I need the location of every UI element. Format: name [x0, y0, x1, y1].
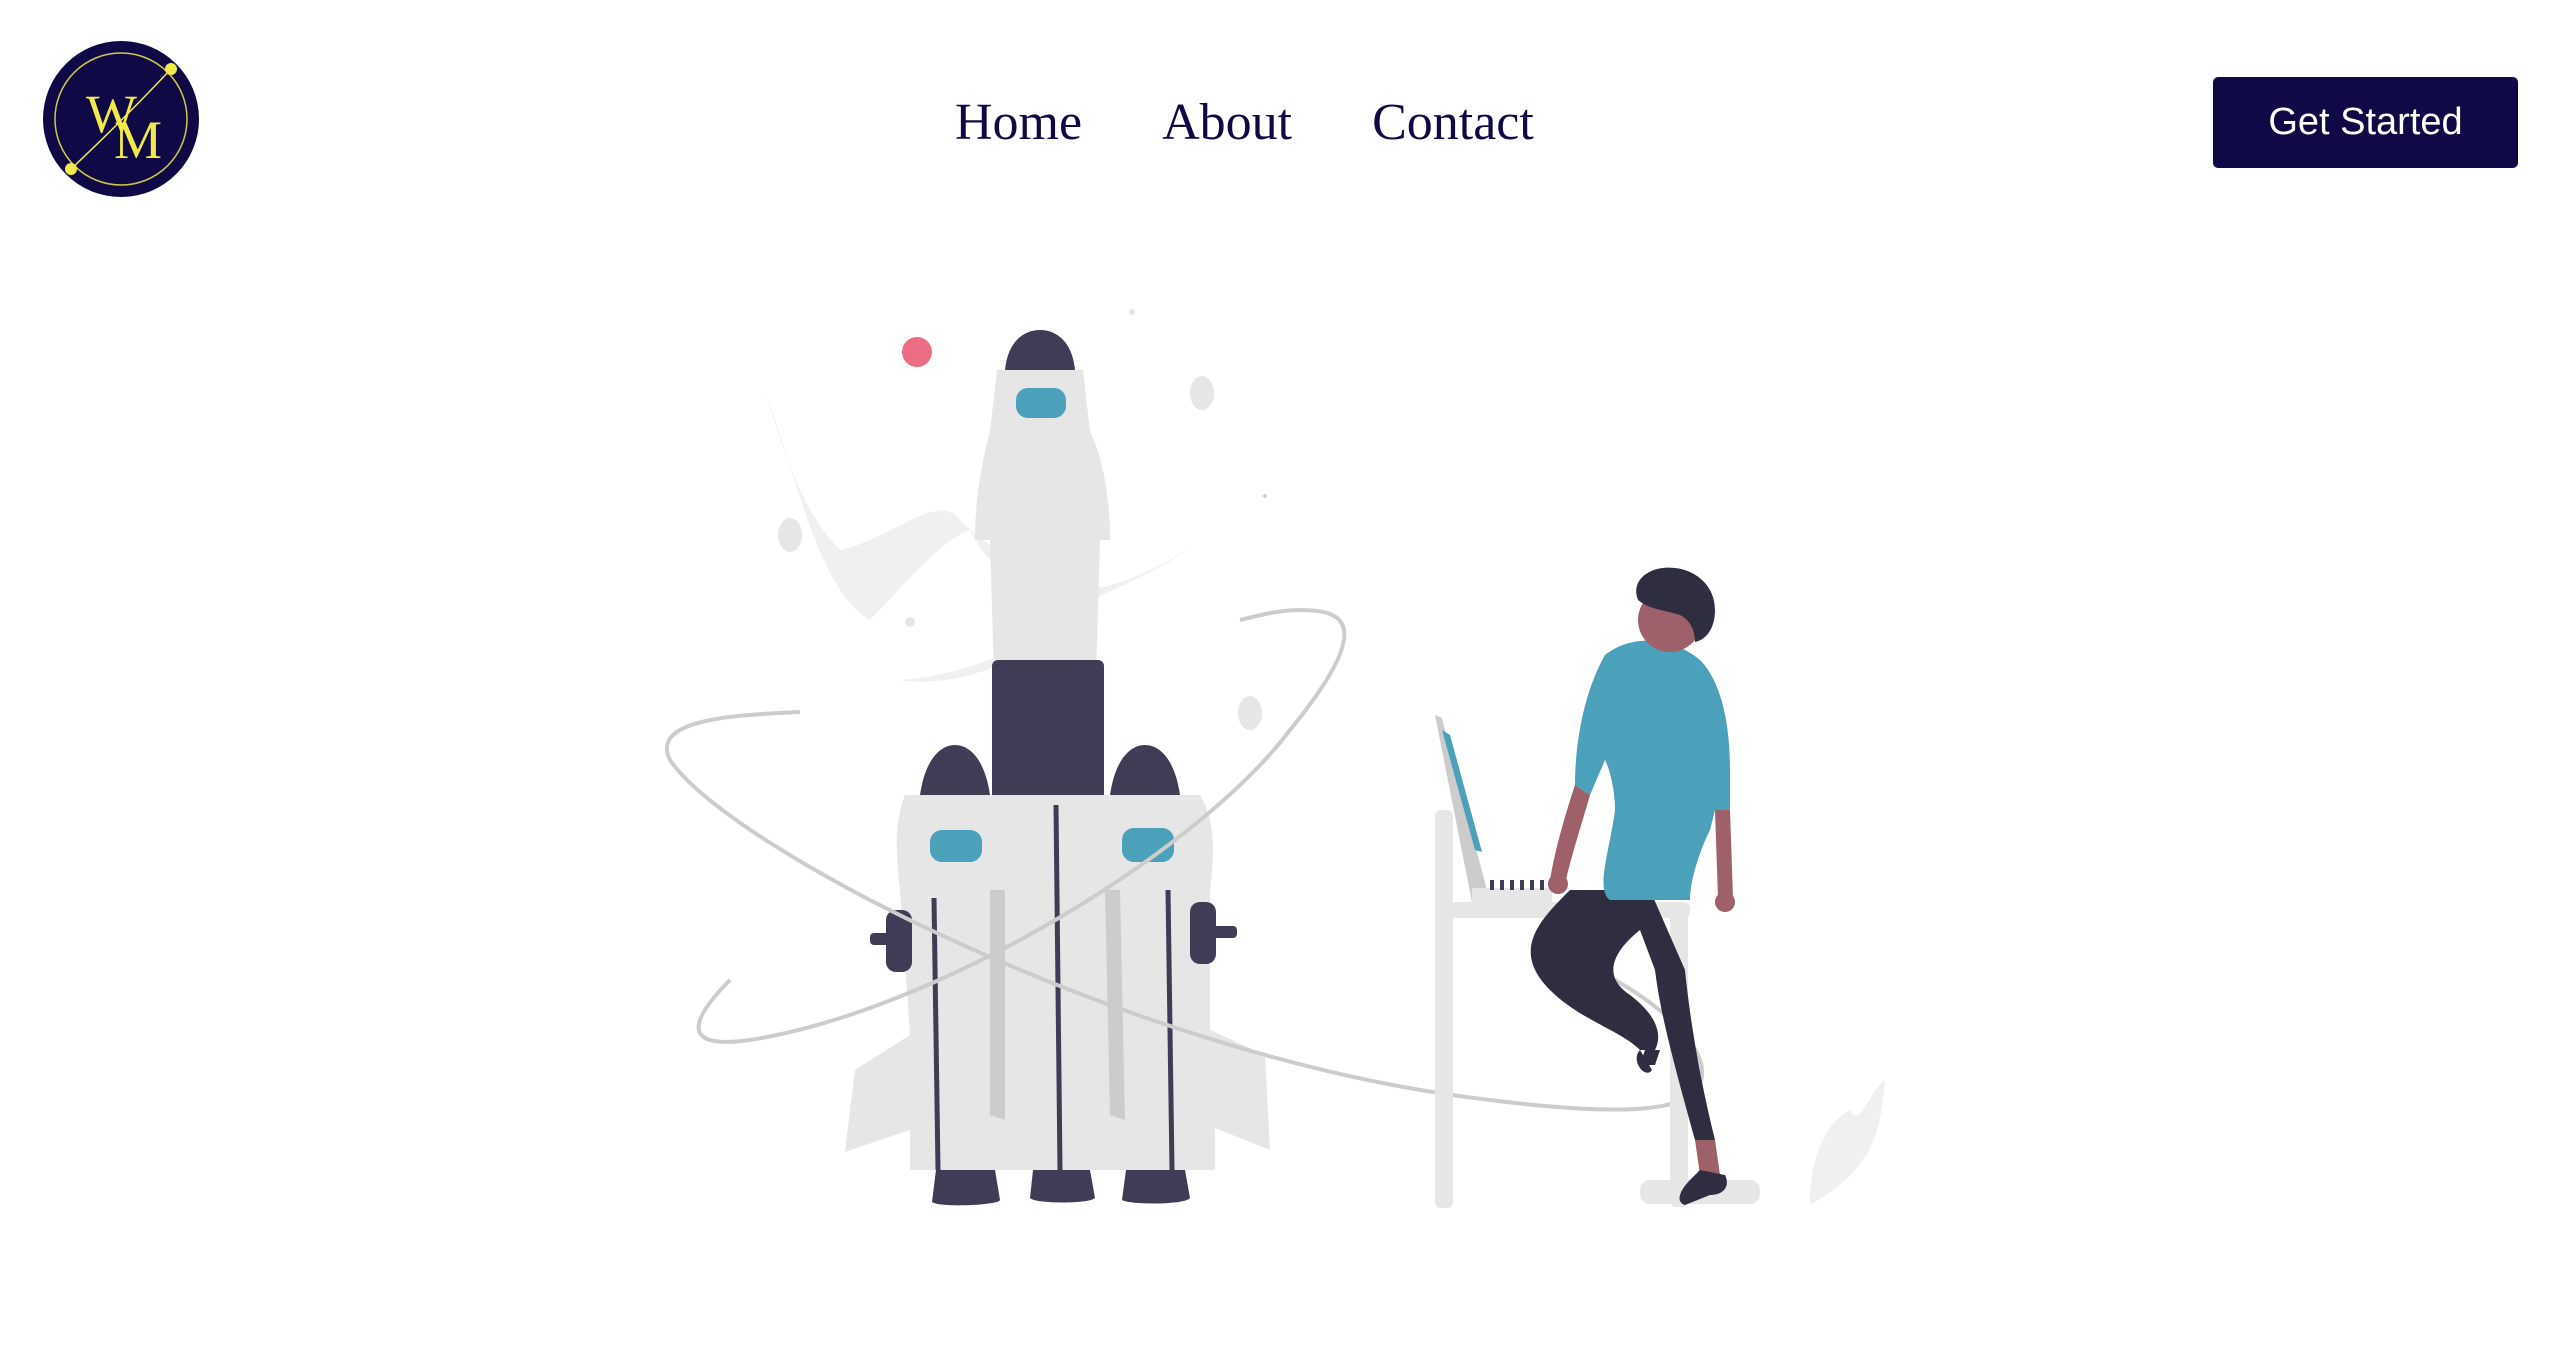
hero-illustration — [640, 290, 1950, 1240]
thruster — [932, 1170, 1000, 1206]
right-fin-tip — [1212, 926, 1237, 938]
main-rocket-panel — [992, 660, 1104, 808]
logo-icon: W M — [43, 41, 199, 197]
nav-about-link[interactable]: About — [1162, 88, 1292, 158]
nav-home-link[interactable]: Home — [955, 88, 1082, 158]
main-rocket-nose — [1005, 330, 1075, 370]
person-arm — [1715, 810, 1733, 898]
dot — [778, 518, 802, 552]
rocket-launch-illustration — [665, 309, 1885, 1208]
left-booster-nose — [920, 745, 990, 795]
desk-leg — [1435, 810, 1453, 1208]
left-fin-tip — [870, 933, 895, 945]
thruster — [1122, 1170, 1190, 1204]
pink-planet — [902, 337, 932, 367]
left-booster-window — [930, 830, 982, 862]
right-booster-nose — [1110, 745, 1180, 795]
logo-letter-m: M — [114, 110, 162, 170]
person-hand — [1548, 874, 1568, 894]
main-rocket-body — [975, 370, 1110, 710]
dot — [1190, 376, 1214, 410]
thruster — [1030, 1170, 1095, 1203]
get-started-button[interactable]: Get Started — [2213, 77, 2518, 168]
person-hand — [1715, 892, 1735, 912]
dot — [1129, 309, 1135, 315]
wm-logo[interactable]: W M — [42, 40, 200, 198]
dot — [1238, 696, 1262, 730]
main-rocket-window — [1016, 388, 1066, 418]
plant — [1810, 1080, 1885, 1205]
person-arm — [1550, 785, 1590, 885]
person-ankle — [1695, 1140, 1720, 1175]
nav-contact-link[interactable]: Contact — [1372, 88, 1534, 158]
laptop-base — [1472, 888, 1552, 902]
site-header: W M Home About Contact Get Started — [0, 0, 2560, 240]
person-shirt — [1575, 640, 1730, 900]
booster-shade — [990, 890, 1005, 1120]
dot — [905, 617, 915, 627]
main-nav: Home About Contact — [955, 88, 1614, 158]
star — [1263, 494, 1267, 498]
